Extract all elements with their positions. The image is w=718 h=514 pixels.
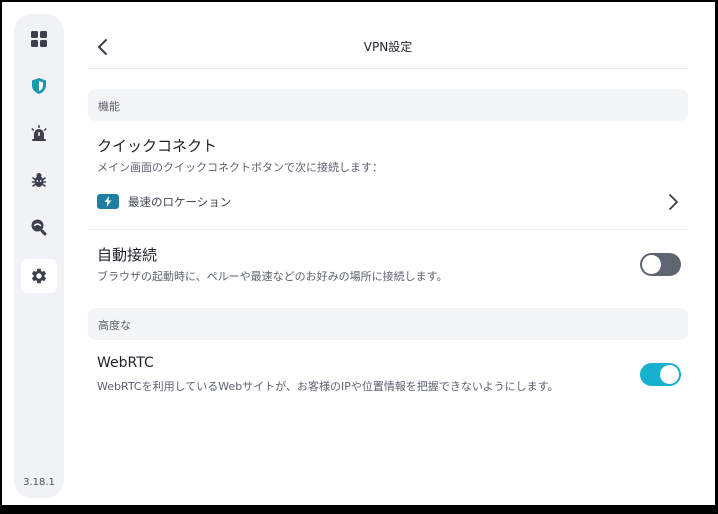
search-eye-icon: [31, 219, 47, 236]
webrtc-toggle[interactable]: [640, 363, 681, 386]
auto-connect-title: 自動接続: [97, 246, 158, 264]
divider: [88, 229, 688, 230]
grid-icon: [31, 31, 47, 47]
bug-icon: [31, 173, 47, 187]
toggle-knob: [642, 255, 661, 274]
sidebar: 3.18.1: [14, 14, 64, 498]
alarm-icon: [31, 125, 47, 141]
quick-connect-description: メイン画面のクイックコネクトボタンで次に接続します：: [97, 161, 383, 174]
sidebar-item-settings[interactable]: [21, 259, 57, 293]
section-header-features: 機能: [88, 89, 688, 121]
section-header-advanced: 高度な: [88, 308, 688, 340]
app-window: 3.18.1 VPN設定 機能 クイックコネクト メイン画面のクイックコネクトボ…: [2, 2, 715, 505]
quick-connect-location-label: 最速のロケーション: [128, 195, 232, 209]
sidebar-item-dashboard[interactable]: [21, 22, 57, 56]
page-title: VPN設定: [363, 40, 413, 54]
gear-icon: [31, 268, 47, 284]
auto-connect-description: ブラウザの起動時に、ペルーや最速などのお好みの場所に接続します。: [97, 270, 448, 283]
sidebar-item-malware[interactable]: [21, 163, 57, 197]
webrtc-title: WebRTC: [97, 355, 154, 371]
sidebar-item-alerts[interactable]: [21, 116, 57, 150]
chevron-right-icon: [669, 194, 678, 210]
toggle-knob: [660, 365, 679, 384]
webrtc-description: WebRTCを利用しているWebサイトが、お客様のIPや位置情報を把握できないよ…: [97, 380, 559, 393]
quick-connect-location-selector[interactable]: 最速のロケーション: [88, 184, 688, 220]
sidebar-item-vpn[interactable]: [21, 69, 57, 103]
quick-connect-title: クイックコネクト: [97, 137, 218, 155]
shield-icon: [32, 78, 46, 94]
settings-panel: VPN設定 機能 クイックコネクト メイン画面のクイックコネクトボタンで次に接続…: [88, 2, 688, 505]
auto-connect-toggle[interactable]: [640, 253, 681, 276]
page-header: VPN設定: [88, 26, 688, 69]
app-version: 3.18.1: [23, 477, 55, 488]
lightning-bolt-icon: [97, 194, 119, 209]
sidebar-item-privacy[interactable]: [21, 210, 57, 244]
